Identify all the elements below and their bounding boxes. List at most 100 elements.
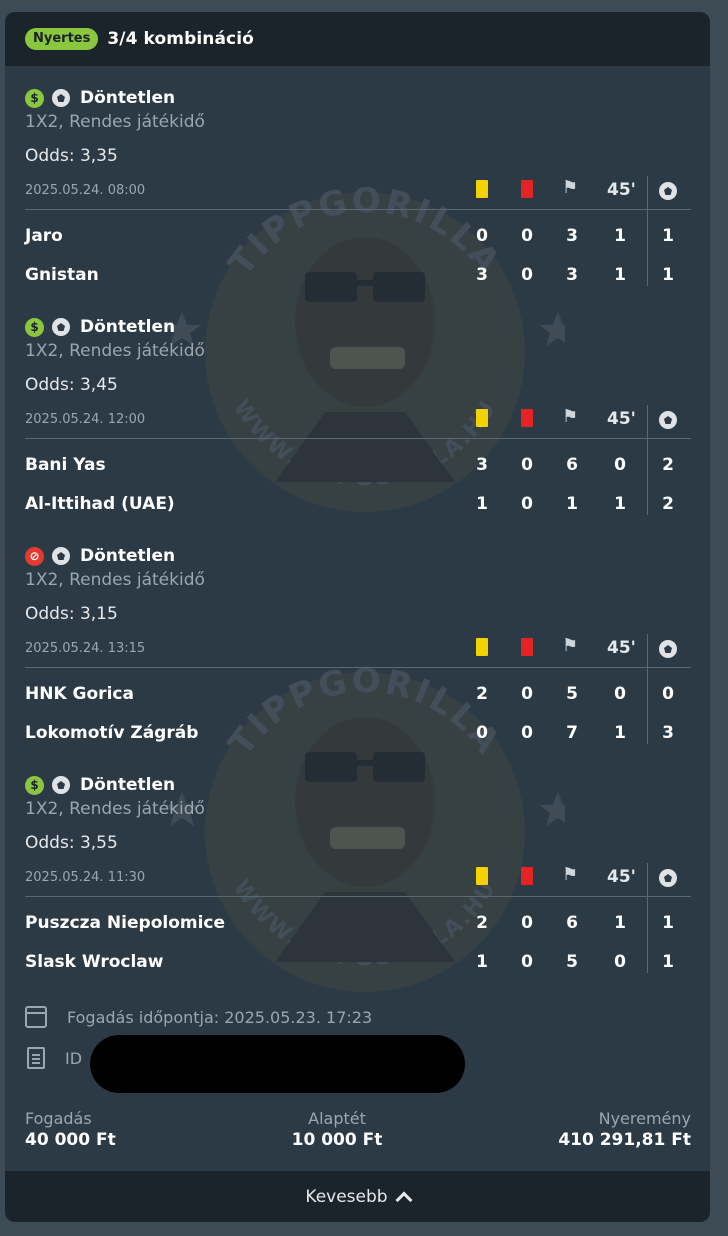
bet-placed-row: Fogadás időpontja: 2025.05.23. 17:23: [25, 1006, 372, 1028]
selection-market: 1X2, Rendes játékidő: [25, 799, 205, 819]
yellow-count: 2: [476, 684, 488, 704]
bet-id-row: ID: [25, 1047, 82, 1069]
red-count: 0: [521, 455, 533, 475]
dollar-icon: $: [25, 88, 44, 108]
status-badge: Nyertes: [25, 28, 99, 50]
divider: [647, 176, 648, 286]
half-score: 1: [614, 494, 626, 514]
yellow-count: 1: [476, 952, 488, 972]
half-time-label: 45': [607, 867, 636, 887]
selection-odds: Odds: 3,55: [25, 833, 118, 853]
corner-count: 6: [566, 913, 578, 933]
svg-text:TIPPGORILLA: TIPPGORILLA: [221, 181, 509, 283]
match-datetime: 2025.05.24. 08:00: [25, 183, 146, 198]
football-icon: [52, 318, 70, 336]
red-card-icon: [521, 409, 533, 427]
bet-slip-card: Nyertes 3/4 kombináció TIPPGORILLA WWW.T…: [5, 12, 710, 1222]
team-name: Puszcza Niepolomice: [25, 913, 226, 933]
corner-count: 7: [566, 723, 578, 743]
chevron-up-icon: [395, 1191, 413, 1208]
football-icon: [52, 89, 70, 107]
stake-value: 40 000 Ft: [25, 1130, 116, 1150]
selection-market: 1X2, Rendes játékidő: [25, 112, 205, 132]
bet-id-label: ID: [65, 1048, 83, 1068]
goals-icon: [659, 411, 677, 429]
selection-pick: Döntetlen: [80, 775, 176, 795]
selection-pick: Döntetlen: [80, 546, 176, 566]
red-count: 0: [521, 494, 533, 514]
svg-text:TIPPGORILLA: TIPPGORILLA: [221, 661, 509, 763]
red-count: 0: [521, 265, 533, 285]
bet-placed-value: 2025.05.23. 17:23: [224, 1007, 373, 1027]
half-score: 1: [614, 265, 626, 285]
full-score: 1: [662, 913, 674, 933]
dollar-icon: $: [25, 775, 44, 795]
yellow-count: 0: [476, 723, 488, 743]
team-name: Gnistan: [25, 265, 99, 285]
corner-flag-icon: ⚑: [562, 406, 579, 427]
team-name: Bani Yas: [25, 455, 106, 475]
team-name: Jaro: [25, 226, 63, 246]
base-stake-value: 10 000 Ft: [291, 1130, 383, 1150]
match-datetime: 2025.05.24. 11:30: [25, 870, 146, 885]
divider: [647, 405, 648, 515]
collapse-button[interactable]: Kevesebb: [5, 1171, 710, 1222]
divider: [25, 438, 691, 439]
red-card-icon: [521, 180, 533, 198]
prohibited-icon: ⊘: [25, 546, 44, 566]
red-count: 0: [521, 952, 533, 972]
calendar-icon: [25, 1006, 47, 1028]
selection-market: 1X2, Rendes játékidő: [25, 570, 205, 590]
corner-flag-icon: ⚑: [562, 864, 579, 885]
selection-odds: Odds: 3,35: [25, 146, 118, 166]
divider: [25, 667, 691, 668]
football-icon: [52, 776, 70, 794]
yellow-card-icon: [476, 867, 488, 885]
svg-text:WWW.TIPPGORILLA.HU: WWW.TIPPGORILLA.HU: [228, 876, 502, 972]
selection-header: ⊘ Döntetlen: [25, 546, 175, 566]
yellow-card-icon: [476, 180, 488, 198]
goals-icon: [659, 640, 677, 658]
half-score: 0: [614, 455, 626, 475]
yellow-count: 0: [476, 226, 488, 246]
half-time-label: 45': [607, 180, 636, 200]
dollar-icon: $: [25, 317, 44, 337]
stake-block: Fogadás 40 000 Ft: [25, 1109, 116, 1150]
half-score: 1: [614, 913, 626, 933]
half-score: 0: [614, 684, 626, 704]
half-score: 1: [614, 226, 626, 246]
yellow-card-icon: [476, 409, 488, 427]
red-count: 0: [521, 226, 533, 246]
full-score: 1: [662, 265, 674, 285]
watermark-logo: TIPPGORILLA WWW.TIPPGORILLA.HU: [165, 181, 565, 512]
selection-header: $ Döntetlen: [25, 775, 175, 795]
team-name: Al-Ittihad (UAE): [25, 494, 175, 514]
half-time-label: 45': [607, 638, 636, 658]
corner-count: 3: [566, 226, 578, 246]
selection-odds: Odds: 3,15: [25, 604, 118, 624]
totals-row: Fogadás 40 000 Ft Alaptét 10 000 Ft Nyer…: [25, 1109, 691, 1150]
full-score: 2: [662, 494, 674, 514]
half-score: 0: [614, 952, 626, 972]
yellow-card-icon: [476, 638, 488, 656]
winnings-label: Nyeremény: [598, 1109, 691, 1128]
page-title: 3/4 kombináció: [107, 29, 254, 49]
stake-label: Fogadás: [25, 1109, 92, 1128]
yellow-count: 1: [476, 494, 488, 514]
selection-header: $ Döntetlen: [25, 88, 175, 108]
full-score: 1: [662, 226, 674, 246]
selection-market: 1X2, Rendes játékidő: [25, 341, 205, 361]
red-card-icon: [521, 638, 533, 656]
half-score: 1: [614, 723, 626, 743]
red-count: 0: [521, 723, 533, 743]
divider: [647, 863, 648, 973]
corner-count: 5: [566, 684, 578, 704]
winnings-value: 410 291,81 Ft: [558, 1130, 691, 1150]
base-stake-label: Alaptét: [308, 1109, 366, 1128]
corner-count: 1: [566, 494, 578, 514]
yellow-count: 3: [476, 455, 488, 475]
corner-count: 3: [566, 265, 578, 285]
full-score: 1: [662, 952, 674, 972]
card-header: Nyertes 3/4 kombináció: [5, 12, 710, 66]
receipt-icon: [27, 1047, 45, 1069]
